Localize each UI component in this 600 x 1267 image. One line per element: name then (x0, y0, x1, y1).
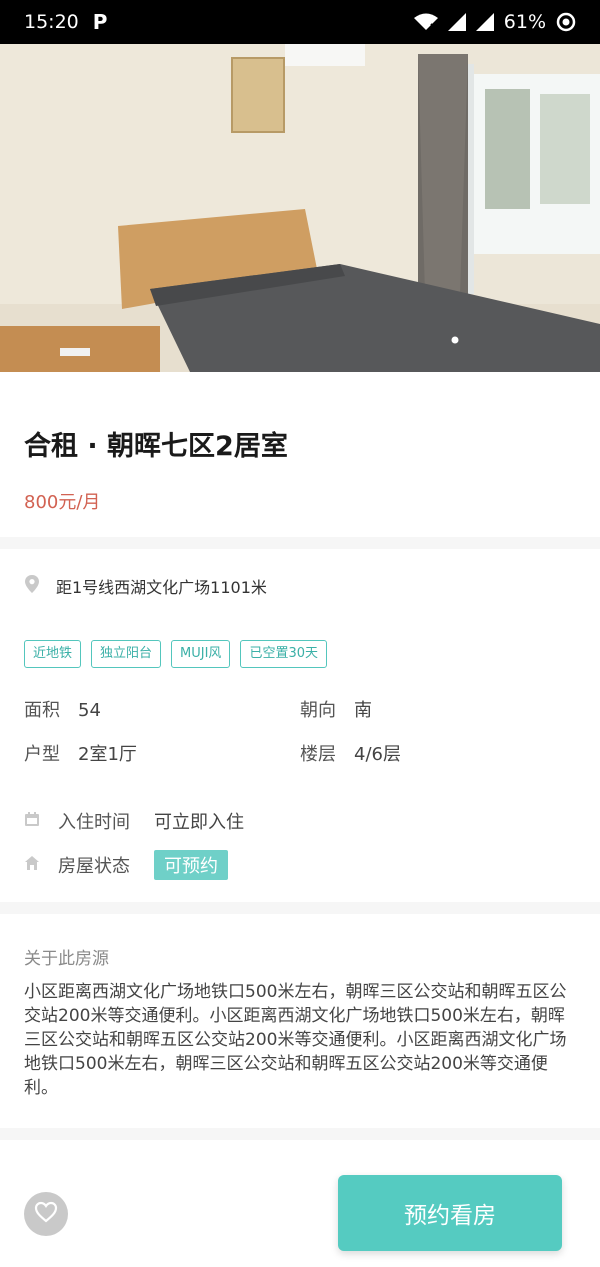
room-photo (0, 44, 600, 372)
spec-value: 2室1厅 (78, 744, 137, 765)
listing-detail-page: 15:20 P 61% 合租 · 朝晖七区2居室 800元/月 距1号线西湖文化… (0, 0, 600, 1267)
location-pin-icon (24, 574, 40, 598)
listing-price: 800元/月 (24, 492, 101, 513)
status-row: 房屋状态 可预约 (24, 850, 228, 880)
status-bar: 15:20 P 61% (0, 0, 600, 44)
spec-label: 户型 (24, 744, 60, 765)
tag: 近地铁 (24, 640, 82, 668)
spec-area: 面积 54 (24, 696, 101, 722)
battery-text: 61% (503, 11, 546, 33)
section-divider (0, 902, 600, 914)
house-icon (24, 855, 40, 876)
tag: 已空置30天 (240, 640, 327, 668)
tag: MUJI风 (171, 640, 231, 668)
parking-app-icon: P (92, 10, 108, 34)
move-in-label: 入住时间 (58, 812, 130, 833)
signal-icon-2 (475, 13, 494, 31)
feature-tags: 近地铁 独立阳台 MUJI风 已空置30天 (24, 640, 327, 668)
listing-title: 合租 · 朝晖七区2居室 (24, 431, 288, 462)
spec-layout: 户型 2室1厅 (24, 740, 137, 766)
section-divider (0, 1128, 600, 1140)
status-time: 15:20 (24, 11, 79, 33)
status-label: 房屋状态 (58, 856, 130, 877)
book-viewing-button[interactable]: 预约看房 (338, 1175, 562, 1251)
spec-label: 面积 (24, 700, 60, 721)
heart-icon (34, 1201, 58, 1227)
spec-orientation: 朝向南 (300, 696, 372, 722)
battery-icon (556, 12, 576, 32)
about-title: 关于此房源 (24, 949, 109, 969)
title-section: 合租 · 朝晖七区2居室 800元/月 (0, 372, 600, 537)
status-badge: 可预约 (154, 850, 228, 880)
spec-label: 楼层 (300, 744, 336, 765)
room-photo-carousel[interactable] (0, 44, 600, 372)
wifi-icon (413, 13, 438, 31)
spec-label: 朝向 (300, 700, 336, 721)
location-row: 距1号线西湖文化广场1101米 (24, 574, 267, 598)
move-in-row: 入住时间 可立即入住 (24, 808, 244, 834)
about-text: 小区距离西湖文化广场地铁口500米左右，朝晖三区公交站和朝晖五区公交站200米等… (24, 982, 567, 1098)
spec-value: 54 (78, 700, 101, 721)
spec-value: 南 (354, 700, 372, 721)
location-text: 距1号线西湖文化广场1101米 (56, 578, 267, 597)
spec-value: 4/6层 (354, 744, 401, 765)
signal-icon (447, 13, 466, 31)
favorite-button[interactable] (24, 1192, 68, 1236)
tag: 独立阳台 (91, 640, 162, 668)
status-right: 61% (413, 11, 576, 33)
calendar-icon (24, 811, 40, 832)
section-divider (0, 537, 600, 549)
move-in-value: 可立即入住 (154, 812, 244, 833)
spec-floor: 楼层 4/6层 (300, 740, 401, 766)
